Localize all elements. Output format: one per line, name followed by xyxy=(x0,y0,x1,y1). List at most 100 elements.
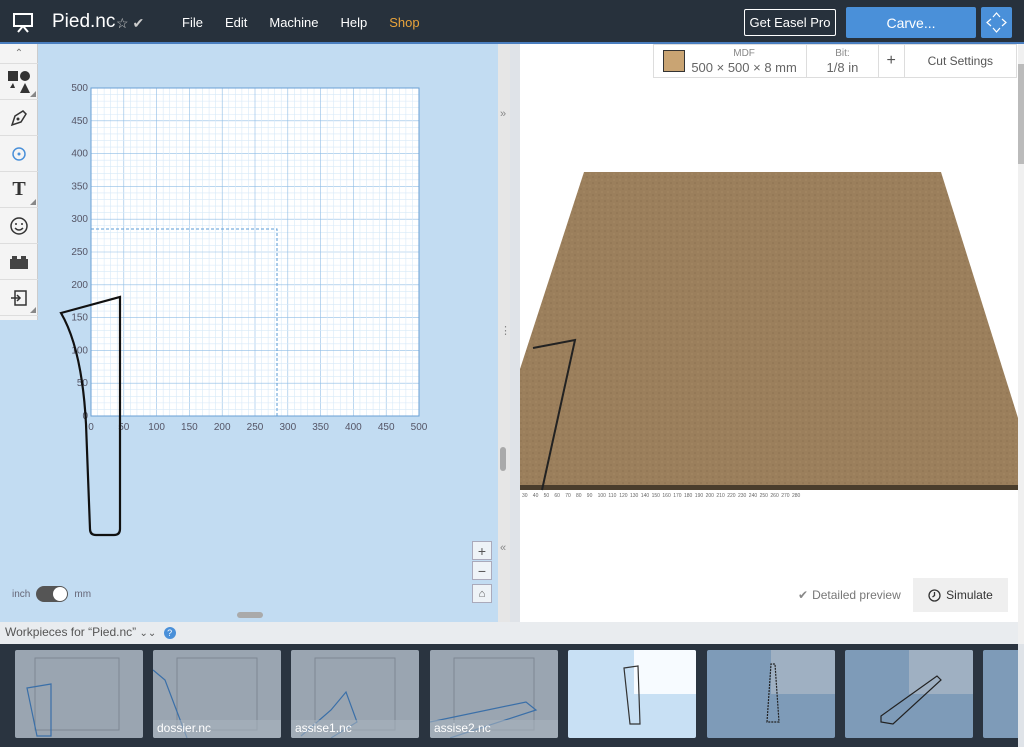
jog-arrows-icon xyxy=(986,12,1007,33)
ruler-tick-label: 250 xyxy=(760,493,769,499)
plus-icon: + xyxy=(477,542,487,559)
add-bit-button[interactable]: + xyxy=(879,45,905,77)
ruler-tick-label: 150 xyxy=(652,493,661,499)
menu-file[interactable]: File xyxy=(182,15,203,30)
units-toggle[interactable] xyxy=(36,586,69,602)
main-menu: File Edit Machine Help Shop xyxy=(182,15,420,30)
expand-left-icon[interactable]: « xyxy=(500,542,506,554)
help-icon[interactable]: ? xyxy=(163,627,176,639)
ruler-tick-label: 80 xyxy=(576,493,582,499)
plus-icon: + xyxy=(886,52,896,69)
ruler-tick-label: 50 xyxy=(544,493,550,499)
3d-preview[interactable]: 30 40 50 60 70 80 90 100 110 120 130 140 150 160 170 18… xyxy=(520,44,1018,622)
page-scrollbar[interactable] xyxy=(1018,44,1024,644)
get-easel-pro-button[interactable]: Get Easel Pro xyxy=(744,9,836,36)
minus-icon: − xyxy=(477,562,487,579)
cut-settings-button[interactable]: Cut Settings xyxy=(905,45,1016,77)
simulate-label: Simulate xyxy=(946,588,993,602)
zoom-in-button[interactable]: + xyxy=(472,541,492,560)
ruler-tick-label: 240 xyxy=(749,493,758,499)
zoom-out-button[interactable]: − xyxy=(472,561,492,580)
point-tool[interactable] xyxy=(0,136,38,172)
drag-handle-icon[interactable]: ⋮ xyxy=(500,324,511,337)
star-icon[interactable]: ☆ xyxy=(116,15,129,31)
ruler-tick-label: 130 xyxy=(630,493,639,499)
material-bar: MDF 500 × 500 × 8 mm Bit: 1/8 in + Cut S… xyxy=(653,44,1017,78)
design-grid: 500450400350300250200150100500 0 50 100 150… xyxy=(59,83,428,537)
material-name: MDF xyxy=(733,48,755,59)
workpiece-label: assise2.nc xyxy=(434,721,491,735)
material-swatch xyxy=(663,50,686,72)
jog-button[interactable] xyxy=(981,7,1012,38)
detailed-preview-label: Detailed preview xyxy=(812,588,901,602)
ruler-tick-label: 220 xyxy=(727,493,736,499)
import-tool[interactable] xyxy=(0,280,38,316)
easel-icon[interactable] xyxy=(12,11,34,33)
workpiece-label: dossier.nc xyxy=(157,721,212,735)
x-axis-tick-label: 250 xyxy=(247,422,264,433)
ruler-tick-label: 110 xyxy=(608,493,616,499)
units-toggle-group: inch mm xyxy=(12,586,91,602)
ruler-tick-label: 30 xyxy=(522,493,528,499)
ruler-tick-label: 170 xyxy=(673,493,682,499)
home-icon: ⌂ xyxy=(478,587,486,600)
chevron-down-icon[interactable]: ⌄⌄ xyxy=(140,628,157,639)
icons-tool[interactable] xyxy=(0,208,38,244)
workpiece-thumb[interactable] xyxy=(983,650,1018,738)
tool-sidebar: ⌃ T xyxy=(0,44,38,320)
zoom-home-button[interactable]: ⌂ xyxy=(472,584,492,603)
check-icon: ✔ xyxy=(798,588,809,602)
ruler-tick-label: 260 xyxy=(770,493,779,499)
x-axis-tick-label: 350 xyxy=(312,422,329,433)
expand-right-icon[interactable]: » xyxy=(500,108,506,120)
panel-splitter[interactable]: » ⋮ « xyxy=(498,44,511,622)
menu-edit[interactable]: Edit xyxy=(225,15,247,30)
material-selector[interactable]: MDF 500 × 500 × 8 mm xyxy=(654,45,808,77)
document-title[interactable]: Pied.nc xyxy=(52,11,115,33)
simulate-button[interactable]: Simulate xyxy=(913,578,1008,612)
x-axis-tick-label: 450 xyxy=(378,422,395,433)
menu-machine[interactable]: Machine xyxy=(269,15,318,30)
clock-icon xyxy=(928,588,941,602)
ruler-tick-label: 270 xyxy=(781,493,790,499)
target-icon xyxy=(12,146,26,161)
workpiece-thumb[interactable]: assise1.nc xyxy=(291,650,419,738)
ruler-tick-label: 100 xyxy=(598,493,607,499)
y-axis-tick-label: 400 xyxy=(71,149,88,160)
workpiece-thumb[interactable] xyxy=(15,650,143,738)
bit-value: 1/8 in xyxy=(826,60,859,75)
menu-shop[interactable]: Shop xyxy=(389,15,419,30)
design-canvas[interactable]: 500 450 400 350 300 250 200 150 100 50 0 0 50 100 150… xyxy=(38,44,498,610)
bit-selector[interactable]: Bit: 1/8 in xyxy=(807,45,879,77)
block-icon xyxy=(10,255,28,269)
ruler-tick-label: 280 xyxy=(792,493,801,499)
workpiece-thumb-active[interactable] xyxy=(568,650,696,738)
text-tool[interactable]: T xyxy=(0,172,38,208)
apps-tool[interactable] xyxy=(0,244,38,280)
menu-help[interactable]: Help xyxy=(341,15,368,30)
ruler-tick-label: 160 xyxy=(662,493,671,499)
pen-tool[interactable] xyxy=(0,100,38,136)
collapse-toolbar-button[interactable]: ⌃ xyxy=(0,44,38,64)
y-axis-tick-label: 250 xyxy=(71,247,88,258)
horizontal-scrollbar[interactable] xyxy=(237,612,263,618)
y-axis-tick-label: 150 xyxy=(71,313,88,324)
workpiece-thumb[interactable] xyxy=(707,650,835,738)
ruler-tick-label: 70 xyxy=(565,493,571,499)
vertical-scrollbar[interactable] xyxy=(500,447,506,471)
detailed-preview-toggle[interactable]: ✔ Detailed preview xyxy=(798,579,901,611)
preview-panel[interactable]: 30 40 50 60 70 80 90 100 110 120 130 140 150 160 170 18… xyxy=(520,44,1018,622)
ruler-tick-label: 140 xyxy=(641,493,650,499)
workpiece-thumb[interactable]: dossier.nc xyxy=(153,650,281,738)
workpiece-thumb[interactable]: assise2.nc xyxy=(430,650,558,738)
x-axis-tick-label: 400 xyxy=(345,422,362,433)
smiley-icon xyxy=(10,216,28,235)
pen-icon xyxy=(10,109,27,126)
carve-button[interactable]: Carve... xyxy=(846,7,976,38)
ruler-tick-label: 200 xyxy=(706,493,715,499)
workpieces-header[interactable]: Workpieces for “Pied.nc” ⌄⌄ ? xyxy=(0,622,1018,644)
shapes-tool[interactable] xyxy=(0,64,38,100)
workpiece-thumb[interactable] xyxy=(845,650,973,738)
ruler-tick-label: 230 xyxy=(738,493,747,499)
ruler-tick-label: 90 xyxy=(587,493,593,499)
